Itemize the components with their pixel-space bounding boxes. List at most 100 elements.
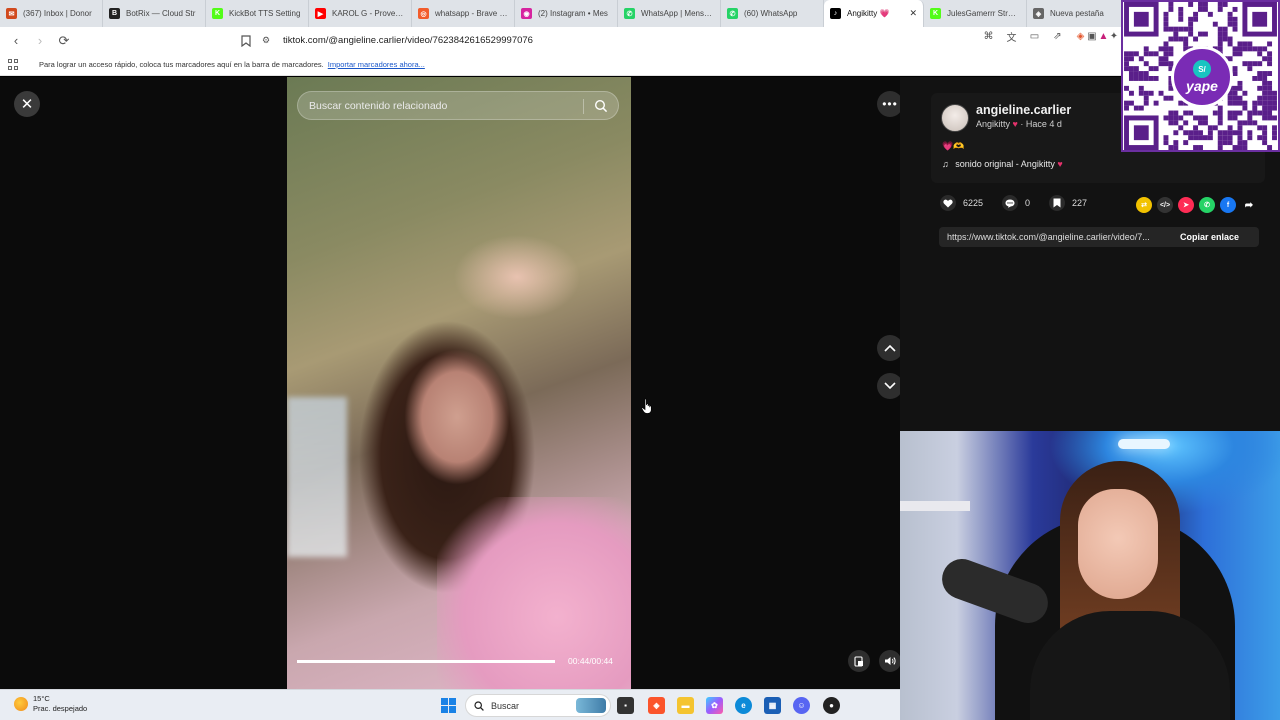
video-player[interactable]: 00:44/00:44 <box>287 77 631 689</box>
sound-title[interactable]: sonido original - Angikitty <box>955 159 1055 169</box>
avatar[interactable] <box>941 104 969 132</box>
discord-icon[interactable]: ☺ <box>793 697 810 714</box>
translate-off-icon[interactable]: ⌘ <box>982 30 995 43</box>
kick-icon: K <box>930 8 941 19</box>
forward-button[interactable]: › <box>30 31 50 51</box>
task-view-icon[interactable]: ▪ <box>617 697 634 714</box>
author-subline: Angikitty ♥ · Hace 4 d <box>976 119 1062 129</box>
start-button[interactable] <box>441 698 456 713</box>
weather-condition: Prac. despejado <box>33 704 88 713</box>
back-button[interactable]: ‹ <box>6 31 26 51</box>
video-progress-bar[interactable] <box>297 660 555 663</box>
browser-tab[interactable]: ♪ Angikitty 💗 ✕ <box>824 0 924 27</box>
browser-tab[interactable]: ◎ whatsapp - Brave Se <box>412 0 515 27</box>
browser-tab[interactable]: ◈ Nueva pestaña <box>1027 0 1130 27</box>
picture-in-picture-button[interactable] <box>848 650 870 672</box>
weather-widget[interactable]: 15°C Prac. despejado <box>14 694 87 714</box>
browser-tab[interactable]: ✆ WhatsApp | Mensaje <box>618 0 721 27</box>
browser-tab[interactable]: B BotRix — Cloud Str <box>103 0 206 27</box>
share-link-box: https://www.tiktok.com/@angieline.carlie… <box>939 227 1259 247</box>
yape-wordmark: yape <box>1186 78 1218 94</box>
close-tab-icon[interactable]: ✕ <box>909 8 917 19</box>
search-highlight-image <box>576 698 606 713</box>
brave-browser-icon[interactable]: ◈ <box>648 697 665 714</box>
search-icon <box>474 700 484 711</box>
reload-button[interactable]: ⟳ <box>54 31 74 51</box>
browser-tab[interactable]: ✆ (60) WhatsApp <box>721 0 824 27</box>
extension-icons: ▣ ✦ <box>1086 30 1120 43</box>
send-to-friends-icon[interactable]: ➤ <box>1178 197 1194 213</box>
sound-link[interactable]: ♫ sonido original - Angikitty ♥ <box>942 159 1063 169</box>
sun-icon <box>14 697 28 711</box>
background-shelf <box>900 501 970 511</box>
browser-tab-label: BotRix — Cloud Str <box>126 9 196 18</box>
comment-button[interactable]: 0 <box>1002 195 1030 211</box>
apps-grid-icon[interactable] <box>8 58 20 71</box>
browser-tab[interactable]: ▶ KAROL G - Provenza <box>309 0 412 27</box>
edge-browser-icon[interactable]: e <box>735 697 752 714</box>
browser-tab-label: KAROL G - Provenza <box>332 9 405 18</box>
save-button[interactable]: 227 <box>1049 195 1087 211</box>
related-search-box[interactable] <box>297 91 619 120</box>
whatsapp-share-icon[interactable]: ✆ <box>1199 197 1215 213</box>
tiktok-icon: ♪ <box>830 8 841 19</box>
whatsapp-icon: ✆ <box>624 8 635 19</box>
like-count: 6225 <box>963 198 984 208</box>
video-timecode: 00:44/00:44 <box>568 656 613 666</box>
shield-icon: ◈ <box>1033 8 1044 19</box>
close-button[interactable]: ✕ <box>14 91 40 117</box>
like-button[interactable]: 6225 <box>940 195 983 211</box>
music-note-icon: ♫ <box>942 159 949 169</box>
browser-tab-label: Nueva pestaña <box>1050 9 1104 18</box>
caption: 💗🫶 <box>942 141 965 151</box>
browser-tab[interactable]: K JulesGamerrr Stream <box>924 0 1027 27</box>
bookmarks-hint: Para lograr un acceso rápido, coloca tus… <box>39 60 324 69</box>
reader-mode-icon[interactable]: ▭ <box>1028 30 1041 43</box>
url-text[interactable]: tiktok.com/@angieline.carlier/video/7623… <box>283 35 533 46</box>
taskbar-search[interactable]: Buscar <box>465 694 611 717</box>
address-bar[interactable]: ⚙ tiktok.com/@angieline.carlier/video/76… <box>232 30 976 51</box>
repost-icon[interactable]: ⇄ <box>1136 197 1152 213</box>
streamer-face <box>1078 489 1158 599</box>
embed-icon[interactable]: </> <box>1157 197 1173 213</box>
translate-icon[interactable]: 文 <box>1005 30 1018 44</box>
webcam-overlay <box>900 431 1280 720</box>
author-username[interactable]: angieline.carlier <box>976 103 1071 117</box>
volume-button[interactable] <box>879 650 901 672</box>
chevron-up-icon <box>884 344 896 352</box>
video-frame-sky <box>287 397 347 557</box>
puzzle-icon[interactable]: ✦ <box>1108 30 1120 43</box>
instagram-icon: ◉ <box>521 8 532 19</box>
browser-tab[interactable]: K KickBot TTS Setting <box>206 0 309 27</box>
obs-icon[interactable]: ● <box>823 697 840 714</box>
search-icon[interactable] <box>594 99 608 113</box>
share-link-url[interactable]: https://www.tiktok.com/@angieline.carlie… <box>947 232 1172 242</box>
copy-link-button[interactable]: Copiar enlace <box>1180 232 1239 242</box>
speaker-icon <box>885 657 896 665</box>
import-bookmarks-link[interactable]: Importar marcadores ahora... <box>328 60 425 69</box>
yape-qr-code: S/ yape <box>1121 0 1280 152</box>
bookmarks-bar: Para lograr un acceso rápido, coloca tus… <box>0 54 1280 76</box>
browser-tab[interactable]: ◉ (2) Instagram • Mes <box>515 0 618 27</box>
browser-tab-label: KickBot TTS Setting <box>229 9 301 18</box>
copilot-icon[interactable]: ✿ <box>706 697 723 714</box>
microsoft-store-icon[interactable]: ▦ <box>764 697 781 714</box>
hand-cursor-icon <box>641 398 652 414</box>
extension-icon[interactable]: ▣ <box>1086 30 1098 43</box>
share-icon[interactable]: ⇗ <box>1051 30 1064 43</box>
post-age: Hace 4 d <box>1025 119 1062 129</box>
comment-count: 0 <box>1025 198 1031 208</box>
site-info-icon[interactable]: ⚙ <box>262 35 270 46</box>
file-explorer-icon[interactable]: ▬ <box>677 697 694 714</box>
browser-toolbar: ‹ › ⟳ ⚙ tiktok.com/@angieline.carlier/vi… <box>0 27 1280 54</box>
pip-icon <box>854 655 863 667</box>
bookmark-icon <box>1049 195 1066 211</box>
more-share-icon[interactable]: ➦ <box>1241 197 1257 213</box>
yape-badge: S/ <box>1193 60 1211 78</box>
related-search-input[interactable] <box>309 99 579 112</box>
facebook-share-icon[interactable]: f <box>1220 197 1236 213</box>
youtube-icon: ▶ <box>315 8 326 19</box>
browser-tab[interactable]: ✉ (367) Inbox | Donor <box>0 0 103 27</box>
author-display-name[interactable]: Angikitty <box>976 119 1010 129</box>
windows-taskbar: 15°C Prac. despejado Buscar ▪ ◈ ▬ ✿ e ▦ … <box>0 689 900 720</box>
